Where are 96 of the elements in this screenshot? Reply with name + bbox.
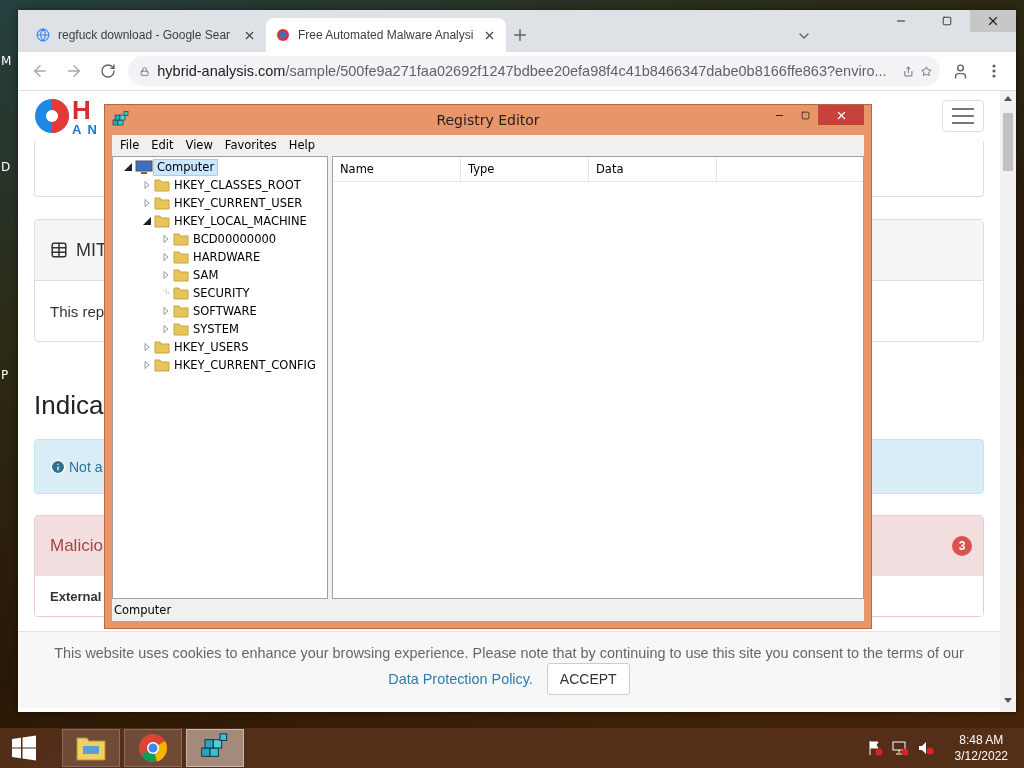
taskbar-app-button[interactable] xyxy=(124,729,182,767)
expand-arrow-icon[interactable] xyxy=(162,325,170,333)
expand-arrow-icon[interactable] xyxy=(162,235,170,243)
tree-item[interactable]: HARDWARE xyxy=(189,248,265,266)
window-title: Registry Editor xyxy=(436,112,540,128)
table-icon xyxy=(50,241,68,259)
logo-text: H xyxy=(72,96,92,123)
expand-arrow-icon[interactable] xyxy=(143,199,151,207)
muted-speaker-icon[interactable] xyxy=(916,740,935,756)
logo-subtext: AN xyxy=(72,122,103,136)
folder-icon xyxy=(154,358,170,372)
expand-arrow-icon[interactable] xyxy=(143,361,151,369)
close-icon xyxy=(986,14,1000,28)
taskbar-app-button[interactable] xyxy=(62,729,120,767)
scrollbar-thumb[interactable] xyxy=(1003,113,1013,171)
folder-icon xyxy=(173,232,189,246)
collapse-arrow-icon[interactable] xyxy=(143,217,151,225)
plus-icon xyxy=(511,26,529,44)
tree-item[interactable]: HKEY_CURRENT_USER xyxy=(170,194,307,212)
collapse-arrow-icon[interactable] xyxy=(124,163,132,171)
desktop-icon-label[interactable]: P xyxy=(1,368,9,382)
status-text: Computer xyxy=(114,603,172,617)
lock-icon xyxy=(140,64,150,78)
globe-icon xyxy=(36,28,50,42)
expand-arrow-icon[interactable] xyxy=(143,181,151,189)
flag-icon[interactable] xyxy=(866,740,883,756)
registry-icon xyxy=(112,111,130,129)
cookie-notice: This website uses cookies to enhance your browsing experience. Please note that by continuing to use this site you consent to the terms of our xyxy=(54,645,964,661)
more-icon xyxy=(992,64,996,78)
forward-arrow-icon xyxy=(65,62,83,80)
logo-icon xyxy=(34,96,70,136)
chrome-icon xyxy=(138,733,168,763)
column-header[interactable]: Name xyxy=(333,157,461,181)
reload-icon xyxy=(100,63,116,79)
menu-item[interactable]: View xyxy=(179,138,219,152)
column-header[interactable]: Type xyxy=(461,157,589,181)
card-text: This rep xyxy=(50,302,105,320)
count-badge: 3 xyxy=(952,536,972,556)
scroll-down-icon[interactable] xyxy=(1004,698,1012,704)
taskbar-app-button[interactable] xyxy=(186,729,244,767)
folder-icon xyxy=(173,286,189,300)
tree-item[interactable]: BCD00000000 xyxy=(189,230,281,248)
folder-icon xyxy=(173,322,189,336)
data-policy-link[interactable]: Data Protection Policy. xyxy=(388,671,533,687)
tree-item[interactable]: SECURITY xyxy=(189,284,254,302)
site-icon xyxy=(276,28,290,42)
network-icon[interactable] xyxy=(890,740,909,756)
column-header[interactable]: Data xyxy=(589,157,717,181)
folder-icon xyxy=(154,178,170,192)
folder-icon xyxy=(154,214,170,228)
clock[interactable]: 8:48 AM 3/12/2022 xyxy=(954,732,1008,764)
folder-icon xyxy=(75,734,107,762)
tree-item[interactable]: SYSTEM xyxy=(189,320,243,338)
menu-button[interactable] xyxy=(942,100,984,132)
browser-tab[interactable]: Free Automated Malware Analysi xyxy=(266,18,506,52)
maximize-icon xyxy=(800,110,810,120)
address-bar[interactable]: hybrid-analysis.com/sample/500fe9a271faa02692f1247bdbee20efa98f4c41b8466347dabe0b8166ffe863?enviro... xyxy=(128,56,940,86)
tree-item[interactable]: HKEY_CLASSES_ROOT xyxy=(170,176,305,194)
folder-icon xyxy=(173,250,189,264)
panel-title: Malicio xyxy=(50,536,103,556)
menu-item[interactable]: Help xyxy=(282,138,321,152)
computer-icon xyxy=(135,159,153,175)
tree-item[interactable]: HKEY_CURRENT_CONFIG xyxy=(170,356,320,374)
menu-item[interactable]: Edit xyxy=(145,138,180,152)
accept-button[interactable]: ACCEPT xyxy=(546,663,630,695)
dotted-connector-icon xyxy=(162,289,170,297)
tree-item[interactable]: HKEY_USERS xyxy=(170,338,253,356)
share-icon[interactable] xyxy=(902,63,914,79)
tree-item[interactable]: SAM xyxy=(189,266,223,284)
tree-item[interactable]: Computer xyxy=(153,158,219,176)
url-text: hybrid-analysis.com/sample/500fe9a271faa02692f1247bdbee20efa98f4c41b8466347dabe0b8166ffe863?enviro... xyxy=(157,63,887,79)
expand-arrow-icon[interactable] xyxy=(162,307,170,315)
expand-arrow-icon[interactable] xyxy=(162,253,170,261)
expand-arrow-icon[interactable] xyxy=(143,343,151,351)
card-title: MIT xyxy=(76,239,107,261)
desktop-icon-label[interactable]: D xyxy=(1,160,11,174)
tree-item[interactable]: SOFTWARE xyxy=(189,302,261,320)
close-button[interactable] xyxy=(818,105,864,125)
scroll-up-icon[interactable] xyxy=(1004,95,1012,101)
menu-item[interactable]: Favorites xyxy=(218,138,283,152)
tree-item[interactable]: HKEY_LOCAL_MACHINE xyxy=(170,212,311,230)
panel-subheading: External xyxy=(50,588,102,604)
section-heading: Indica xyxy=(34,390,105,421)
windows-logo-icon xyxy=(11,735,37,761)
desktop-icon-label[interactable]: M xyxy=(1,54,12,68)
browser-tab[interactable]: regfuck download - Google Sear xyxy=(26,18,266,52)
alert-text: Not a xyxy=(69,458,103,475)
menu-item[interactable]: File xyxy=(114,138,146,152)
maximize-icon xyxy=(942,16,952,26)
folder-icon xyxy=(173,304,189,318)
folder-icon xyxy=(173,268,189,282)
close-button[interactable] xyxy=(970,10,1016,32)
info-icon xyxy=(50,458,66,475)
bookmark-star-icon[interactable] xyxy=(921,63,932,79)
folder-icon xyxy=(154,340,170,354)
expand-arrow-icon[interactable] xyxy=(162,271,170,279)
